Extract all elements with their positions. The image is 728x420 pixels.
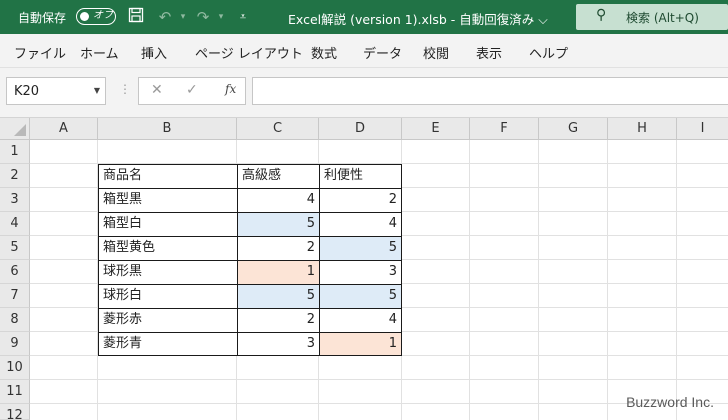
window-title[interactable]: Excel解説 (version 1).xlsb - 自動回復済み ⌵ [288,9,548,28]
toggle-knob [80,11,89,21]
row-header-12[interactable]: 12 [0,404,30,420]
table-cell-highlighted[interactable]: 5 [237,284,319,308]
formula-input[interactable] [252,77,728,105]
table-cell[interactable]: 菱形青 [98,332,237,356]
table-cell[interactable]: 4 [237,188,319,212]
column-header-h[interactable]: H [608,118,677,140]
table-cell[interactable]: 箱型黒 [98,188,237,212]
table-cell[interactable]: 2 [237,308,319,332]
table-cell[interactable]: 菱形赤 [98,308,237,332]
tab-help[interactable]: ヘルプ [529,43,568,62]
table-cell[interactable]: 2 [319,188,402,212]
table-cell[interactable]: 3 [237,332,319,356]
table-cell-highlighted[interactable]: 1 [319,332,402,356]
more-icon: ⋮ [119,82,131,96]
column-header-d[interactable]: D [319,118,402,140]
column-header-a[interactable]: A [30,118,98,140]
formula-bar: K20 ▼ ⋮ ✕ ✓ fx [0,68,728,118]
gridline [676,140,677,420]
table-cell[interactable]: 箱型黄色 [98,236,237,260]
row-header-5[interactable]: 5 [0,236,30,260]
autosave-label: 自動保存 [18,11,67,25]
table-header-cell[interactable]: 高級感 [237,164,319,188]
watermark: Buzzword Inc. [626,394,714,410]
table-header-cell[interactable]: 商品名 [98,164,237,188]
table-cell-highlighted[interactable]: 5 [319,284,402,308]
worksheet-grid[interactable]: A B C D E F G H I 1 2 3 4 5 6 7 8 9 10 1… [0,118,728,420]
undo-dropdown-icon[interactable]: ▾ [173,7,193,27]
gridline [30,379,728,380]
column-header-i[interactable]: I [677,118,728,140]
table-cell[interactable]: 4 [319,308,402,332]
search-icon: ⚲ [596,7,607,23]
gridline [538,140,539,420]
column-header-e[interactable]: E [402,118,470,140]
row-header-2[interactable]: 2 [0,164,30,188]
search-box[interactable]: ⚲ 検索 (Alt+Q) [576,4,728,30]
tab-review[interactable]: 校閲 [423,43,449,62]
tab-view[interactable]: 表示 [476,43,502,62]
table-cell[interactable]: 2 [237,236,319,260]
title-bar: 自動保存 オフ ↶ ▾ ↷ ▾ ⩡ Excel解説 (version 1).xl… [0,0,728,34]
row-header-7[interactable]: 7 [0,284,30,308]
ribbon-tabs: ファイル ホーム 挿入 ページ レイアウト 数式 データ 校閲 表示 ヘルプ [0,34,728,68]
cancel-icon[interactable]: ✕ [151,82,163,98]
enter-icon[interactable]: ✓ [186,82,198,98]
tab-data[interactable]: データ [363,43,402,62]
redo-dropdown-icon[interactable]: ▾ [211,7,231,27]
row-header-11[interactable]: 11 [0,380,30,404]
table-cell[interactable]: 3 [319,260,402,284]
save-icon[interactable] [126,7,146,27]
formula-buttons: ✕ ✓ fx [138,77,246,105]
autosave-toggle[interactable]: オフ [76,8,116,25]
toggle-label: オフ [93,10,113,21]
row-header-6[interactable]: 6 [0,260,30,284]
name-box[interactable]: K20 ▼ [6,77,106,105]
column-header-g[interactable]: G [539,118,608,140]
gridline [607,140,608,420]
row-header-10[interactable]: 10 [0,356,30,380]
tab-home[interactable]: ホーム [80,43,119,62]
row-header-1[interactable]: 1 [0,140,30,164]
table-cell-highlighted[interactable]: 5 [319,236,402,260]
column-header-f[interactable]: F [470,118,539,140]
tab-insert[interactable]: 挿入 [141,43,167,62]
table-cell-highlighted[interactable]: 1 [237,260,319,284]
name-box-value: K20 [14,84,40,99]
row-header-4[interactable]: 4 [0,212,30,236]
column-header-c[interactable]: C [237,118,319,140]
chevron-down-icon[interactable]: ▼ [94,86,100,95]
table-header-cell[interactable]: 利便性 [319,164,402,188]
tab-file[interactable]: ファイル [14,43,66,62]
customize-icon[interactable]: ⩡ [233,7,253,27]
tab-page-layout[interactable]: ページ レイアウト [195,43,303,62]
undo-icon[interactable]: ↶ [155,7,175,27]
table-cell[interactable]: 球形黒 [98,260,237,284]
table-cell[interactable]: 4 [319,212,402,236]
table-cell[interactable]: 箱型白 [98,212,237,236]
insert-function-icon[interactable]: fx [225,82,236,96]
column-header-b[interactable]: B [98,118,237,140]
search-placeholder: 検索 (Alt+Q) [626,11,699,25]
tab-formulas[interactable]: 数式 [311,43,337,62]
table-cell[interactable]: 球形白 [98,284,237,308]
table-cell-highlighted[interactable]: 5 [237,212,319,236]
gridline [469,140,470,420]
redo-icon[interactable]: ↷ [193,7,213,27]
gridline [30,403,728,404]
row-header-8[interactable]: 8 [0,308,30,332]
select-all-button[interactable] [0,118,30,140]
row-header-9[interactable]: 9 [0,332,30,356]
row-header-3[interactable]: 3 [0,188,30,212]
